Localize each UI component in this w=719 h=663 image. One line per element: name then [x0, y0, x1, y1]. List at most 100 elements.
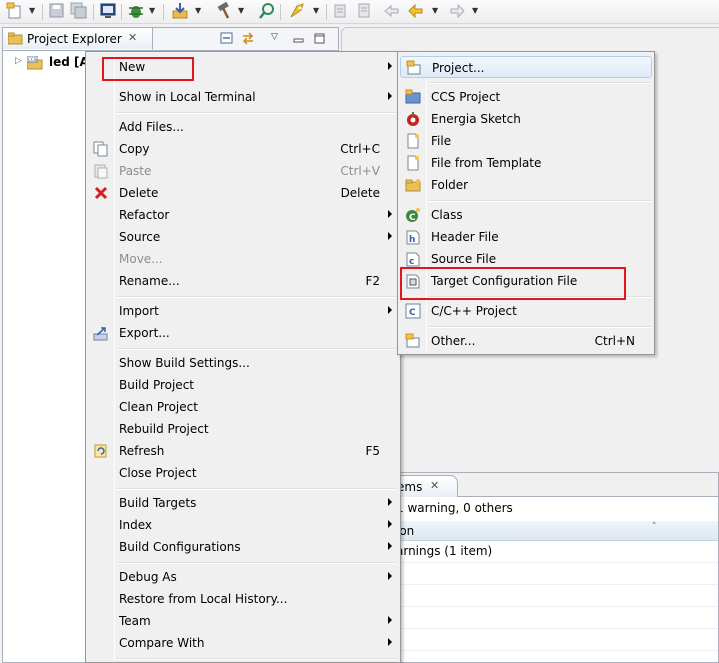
menu-item-label: Build Project	[119, 378, 194, 392]
menu-item-show-in-local-terminal[interactable]: Show in Local Terminal	[88, 86, 398, 108]
collapse-all-icon[interactable]	[220, 32, 234, 45]
minimize-icon[interactable]	[292, 32, 306, 45]
menu-separator	[117, 562, 397, 564]
file-template-icon	[405, 155, 421, 171]
maximize-icon[interactable]	[313, 32, 327, 45]
submenu-item-cpp-project[interactable]: C C/C++ Project	[400, 300, 652, 322]
menu-item-index[interactable]: Index	[88, 514, 398, 536]
expand-arrow-icon[interactable]: ▷	[15, 56, 22, 66]
menu-separator	[429, 82, 651, 84]
menu-item-label: Paste	[119, 164, 152, 178]
submenu-arrow-icon	[388, 638, 392, 646]
menu-item-label: Restore from Local History...	[119, 592, 288, 606]
problems-summary: 1 warning, 0 others	[396, 501, 513, 515]
forward-icon[interactable]	[448, 2, 466, 20]
tab-project-explorer[interactable]: Project Explorer ✕	[3, 28, 153, 50]
flash-dropdown-icon[interactable]: ▼	[313, 6, 319, 15]
submenu-item-project[interactable]: Project...	[400, 56, 652, 78]
menu-item-move: Move...	[88, 248, 398, 270]
menu-item-import[interactable]: Import	[88, 300, 398, 322]
menu-item-refactor[interactable]: Refactor	[88, 204, 398, 226]
build-dropdown-icon[interactable]: ▼	[238, 6, 244, 15]
flash-icon[interactable]	[288, 2, 306, 20]
menu-item-label: Export...	[119, 326, 170, 340]
menu-item-rename[interactable]: Rename... F2	[88, 270, 398, 292]
save-icon[interactable]	[48, 2, 66, 20]
link-editor-icon[interactable]	[241, 32, 255, 45]
next-annotation-icon[interactable]	[355, 2, 373, 20]
tab-label: Project Explorer	[27, 32, 122, 46]
class-icon: C	[405, 207, 421, 223]
svg-text:C: C	[409, 213, 416, 223]
last-edit-icon[interactable]	[383, 2, 401, 20]
project-explorer-icon	[7, 32, 23, 45]
menu-item-build-targets[interactable]: Build Targets	[88, 492, 398, 514]
menu-item-clean-project[interactable]: Clean Project	[88, 396, 398, 418]
menu-item-accelerator: F2	[365, 274, 380, 288]
submenu-arrow-icon	[388, 616, 392, 624]
menu-item-close-project[interactable]: Close Project	[88, 462, 398, 484]
svg-text:CCS: CCS	[28, 57, 37, 62]
menu-item-label: Delete	[119, 186, 159, 200]
menu-item-debug-as[interactable]: Debug As	[88, 566, 398, 588]
import-dropdown-icon[interactable]: ▼	[195, 6, 201, 15]
menu-item-build-project[interactable]: Build Project	[88, 374, 398, 396]
svg-text:h: h	[409, 235, 415, 245]
hammer-icon[interactable]	[215, 1, 233, 20]
debug-icon[interactable]	[127, 2, 145, 20]
menu-item-export[interactable]: Export...	[88, 322, 398, 344]
menu-item-label: Refactor	[119, 208, 170, 222]
menu-item-refresh[interactable]: Refresh F5	[88, 440, 398, 462]
menu-item-build-configurations[interactable]: Build Configurations	[88, 536, 398, 558]
context-menu: New Show in Local Terminal Add Files... …	[85, 51, 401, 663]
toolbar-separator	[121, 4, 122, 20]
forward-dropdown-icon[interactable]: ▼	[472, 6, 478, 15]
search-icon[interactable]	[258, 2, 276, 20]
new-wizard-icon[interactable]	[6, 2, 24, 20]
menu-item-team[interactable]: Team	[88, 610, 398, 632]
menu-item-restore-local-history[interactable]: Restore from Local History...	[88, 588, 398, 610]
save-all-icon[interactable]	[70, 2, 88, 20]
toolbar-separator	[326, 4, 327, 20]
menu-item-label: Show in Local Terminal	[119, 90, 256, 104]
close-icon[interactable]: ✕	[430, 479, 439, 492]
menu-item-label: Rebuild Project	[119, 422, 209, 436]
back-icon[interactable]	[407, 2, 425, 20]
menu-separator	[429, 326, 651, 328]
energia-sketch-icon	[405, 111, 421, 127]
menu-item-label: Move...	[119, 252, 163, 266]
submenu-item-file-from-template[interactable]: File from Template	[400, 152, 652, 174]
menu-item-compare-with[interactable]: Compare With	[88, 632, 398, 654]
submenu-item-accelerator: Ctrl+N	[594, 334, 635, 348]
submenu-item-label: Source File	[431, 252, 497, 266]
highlight-box-target-config	[400, 267, 626, 300]
view-menu-icon[interactable]: ▽	[271, 32, 285, 45]
menu-item-show-build-settings[interactable]: Show Build Settings...	[88, 352, 398, 374]
ccs-project-icon	[405, 89, 421, 105]
menu-item-delete[interactable]: Delete Delete	[88, 182, 398, 204]
submenu-item-other[interactable]: Other... Ctrl+N	[400, 330, 652, 352]
svg-text:C: C	[409, 308, 416, 318]
menu-item-copy[interactable]: Copy Ctrl+C	[88, 138, 398, 160]
submenu-item-file[interactable]: File	[400, 130, 652, 152]
new-dropdown-icon[interactable]: ▼	[29, 6, 35, 15]
terminal-icon[interactable]	[99, 2, 117, 20]
prev-annotation-icon[interactable]	[332, 2, 350, 20]
submenu-item-folder[interactable]: Folder	[400, 174, 652, 196]
menu-item-add-files[interactable]: Add Files...	[88, 116, 398, 138]
back-dropdown-icon[interactable]: ▼	[432, 6, 438, 15]
close-icon[interactable]: ✕	[128, 31, 137, 44]
main-toolbar: ▼ ▼ ▼ ▼ ▼ ▼ ▼	[0, 0, 719, 24]
menu-item-rebuild-project[interactable]: Rebuild Project	[88, 418, 398, 440]
submenu-item-class[interactable]: C Class	[400, 204, 652, 226]
refresh-icon	[93, 443, 109, 459]
debug-dropdown-icon[interactable]: ▼	[149, 6, 155, 15]
submenu-item-header-file[interactable]: h Header File	[400, 226, 652, 248]
submenu-arrow-icon	[388, 232, 392, 240]
menu-item-source[interactable]: Source	[88, 226, 398, 248]
submenu-item-energia-sketch[interactable]: Energia Sketch	[400, 108, 652, 130]
menu-separator	[117, 488, 397, 490]
import-icon[interactable]	[171, 2, 189, 20]
menu-separator	[117, 112, 397, 114]
submenu-item-ccs-project[interactable]: CCS Project	[400, 86, 652, 108]
